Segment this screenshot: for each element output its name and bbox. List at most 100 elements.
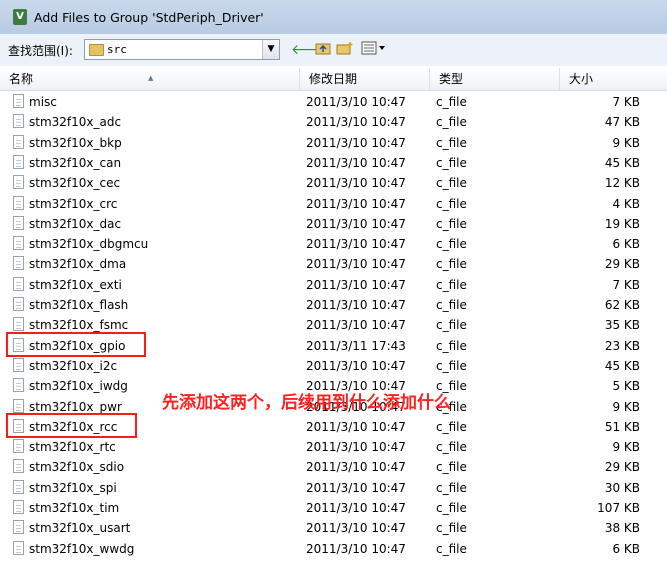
file-row[interactable]: stm32f10x_bkp 2011/3/10 10:47 c_file 9 KB — [0, 133, 667, 153]
file-date: 2011/3/11 17:43 — [306, 338, 406, 353]
file-row[interactable]: stm32f10x_cec 2011/3/10 10:47 c_file 12 KB — [0, 173, 667, 193]
column-date[interactable]: 修改日期 — [300, 68, 430, 90]
c-file-icon — [13, 175, 24, 190]
chevron-down-icon[interactable]: ▼ — [262, 40, 279, 59]
file-date: 2011/3/10 10:47 — [306, 155, 406, 170]
file-type: c_file — [436, 338, 467, 353]
file-date: 2011/3/10 10:47 — [306, 298, 406, 312]
look-in-label: 查找范围(I): — [8, 44, 73, 58]
file-type: c_file — [436, 501, 467, 515]
file-row[interactable]: stm32f10x_dac 2011/3/10 10:47 c_file 19 KB — [0, 214, 667, 234]
column-date-label: 修改日期 — [309, 72, 358, 86]
file-size: 35 KB — [604, 318, 640, 333]
look-in-dropdown[interactable]: src ▼ — [84, 39, 280, 60]
file-size: 12 KB — [604, 176, 640, 191]
column-name[interactable]: 名称 ▲ — [0, 68, 300, 90]
file-name: stm32f10x_iwdg — [29, 379, 128, 394]
file-size: 29 KB — [604, 257, 640, 272]
c-file-icon — [13, 459, 24, 474]
file-date: 2011/3/10 10:47 — [306, 237, 406, 252]
file-name: stm32f10x_i2c — [29, 358, 118, 373]
look-in-bar: 查找范围(I): src ▼ 🡐 — [0, 34, 667, 66]
file-type: c_file — [436, 176, 467, 191]
file-row[interactable]: stm32f10x_rtc 2011/3/10 10:47 c_file 9 KB — [0, 437, 667, 457]
back-arrow-icon[interactable]: 🡐 — [291, 41, 329, 59]
file-row[interactable]: stm32f10x_tim 2011/3/10 10:47 c_file 107 KB — [0, 498, 667, 518]
highlight-box — [6, 331, 146, 357]
file-type: c_file — [436, 115, 467, 130]
sort-ascending-icon: ▲ — [148, 74, 154, 82]
file-size: 4 KB — [612, 196, 640, 211]
c-file-icon — [13, 540, 24, 555]
file-size: 107 KB — [597, 501, 640, 515]
highlight-box — [6, 412, 137, 438]
file-name: stm32f10x_dma — [29, 257, 127, 272]
file-name: stm32f10x_exti — [29, 277, 122, 292]
file-name: stm32f10x_bkp — [29, 135, 122, 150]
file-size: 45 KB — [604, 155, 640, 170]
column-type-label: 类型 — [439, 72, 464, 86]
file-date: 2011/3/10 10:47 — [306, 521, 406, 536]
app-icon: V — [13, 9, 27, 25]
column-size[interactable]: 大小 — [560, 68, 667, 90]
file-date: 2011/3/10 10:47 — [306, 480, 406, 495]
file-row[interactable]: stm32f10x_exti 2011/3/10 10:47 c_file 7 KB — [0, 275, 667, 295]
file-date: 2011/3/10 10:47 — [306, 440, 406, 455]
file-type: c_file — [436, 237, 467, 252]
file-date: 2011/3/10 10:47 — [306, 216, 406, 231]
file-type: c_file — [436, 277, 467, 292]
view-menu-icon[interactable] — [360, 41, 388, 59]
file-name: stm32f10x_cec — [29, 176, 121, 191]
file-row[interactable]: stm32f10x_flash 2011/3/10 10:47 c_file 62 K… — [0, 295, 667, 315]
file-size: 19 KB — [604, 216, 640, 231]
file-row[interactable]: stm32f10x_spi 2011/3/10 10:47 c_file 30 KB — [0, 478, 667, 498]
file-type: c_file — [436, 95, 467, 109]
file-name: stm32f10x_dbgmcu — [29, 237, 149, 252]
new-folder-icon[interactable] — [336, 41, 354, 59]
file-type: c_file — [436, 135, 467, 150]
file-name: stm32f10x_rtc — [29, 440, 116, 455]
file-size: 7 KB — [612, 277, 640, 292]
c-file-icon — [13, 94, 24, 108]
file-row[interactable]: stm32f10x_usart 2011/3/10 10:47 c_file 38 K… — [0, 518, 667, 538]
c-file-icon — [13, 357, 24, 372]
file-row[interactable]: stm32f10x_adc 2011/3/10 10:47 c_file 47 KB — [0, 112, 667, 132]
file-date: 2011/3/10 10:47 — [306, 115, 406, 130]
file-size: 45 KB — [604, 358, 640, 373]
file-row[interactable]: stm32f10x_sdio 2011/3/10 10:47 c_file 29 KB — [0, 457, 667, 477]
c-file-icon — [13, 276, 24, 291]
c-file-icon — [13, 134, 24, 149]
file-size: 6 KB — [612, 541, 640, 556]
file-row[interactable]: stm32f10x_dbgmcu 2011/3/10 10:47 c_file 6 K… — [0, 234, 667, 254]
file-name: stm32f10x_usart — [29, 521, 131, 536]
c-file-icon — [13, 439, 24, 454]
file-row[interactable]: stm32f10x_can 2011/3/10 10:47 c_file 45 KB — [0, 153, 667, 173]
file-row[interactable]: stm32f10x_i2c 2011/3/10 10:47 c_file 45 KB — [0, 356, 667, 376]
file-name: stm32f10x_wwdg — [29, 541, 135, 556]
folder-up-icon[interactable] — [314, 41, 332, 59]
file-type: c_file — [436, 419, 467, 434]
file-name: stm32f10x_adc — [29, 115, 122, 130]
title-bar: V Add Files to Group 'StdPeriph_Driver' — [0, 0, 667, 34]
c-file-icon — [13, 195, 24, 210]
file-date: 2011/3/10 10:47 — [306, 358, 406, 373]
look-in-value: src — [107, 43, 127, 56]
file-date: 2011/3/10 10:47 — [306, 501, 406, 515]
list-header: 名称 ▲ 修改日期 类型 大小 — [0, 68, 667, 91]
c-file-icon — [13, 317, 24, 332]
file-row[interactable]: stm32f10x_dma 2011/3/10 10:47 c_file 29 KB — [0, 254, 667, 274]
file-row[interactable]: stm32f10x_wwdg 2011/3/10 10:47 c_file 6 KB — [0, 539, 667, 559]
file-type: c_file — [436, 460, 467, 475]
file-size: 62 KB — [604, 298, 640, 312]
file-name: misc — [29, 95, 57, 109]
file-row[interactable]: stm32f10x_crc 2011/3/10 10:47 c_file 4 KB — [0, 194, 667, 214]
column-type[interactable]: 类型 — [430, 68, 560, 90]
file-size: 23 KB — [604, 338, 640, 353]
file-row[interactable]: misc 2011/3/10 10:47 c_file 7 KB — [0, 92, 667, 112]
file-date: 2011/3/10 10:47 — [306, 135, 406, 150]
file-size: 29 KB — [604, 460, 640, 475]
file-type: c_file — [436, 521, 467, 536]
file-size: 9 KB — [612, 440, 640, 455]
file-type: c_file — [436, 216, 467, 231]
file-size: 5 KB — [612, 379, 640, 394]
